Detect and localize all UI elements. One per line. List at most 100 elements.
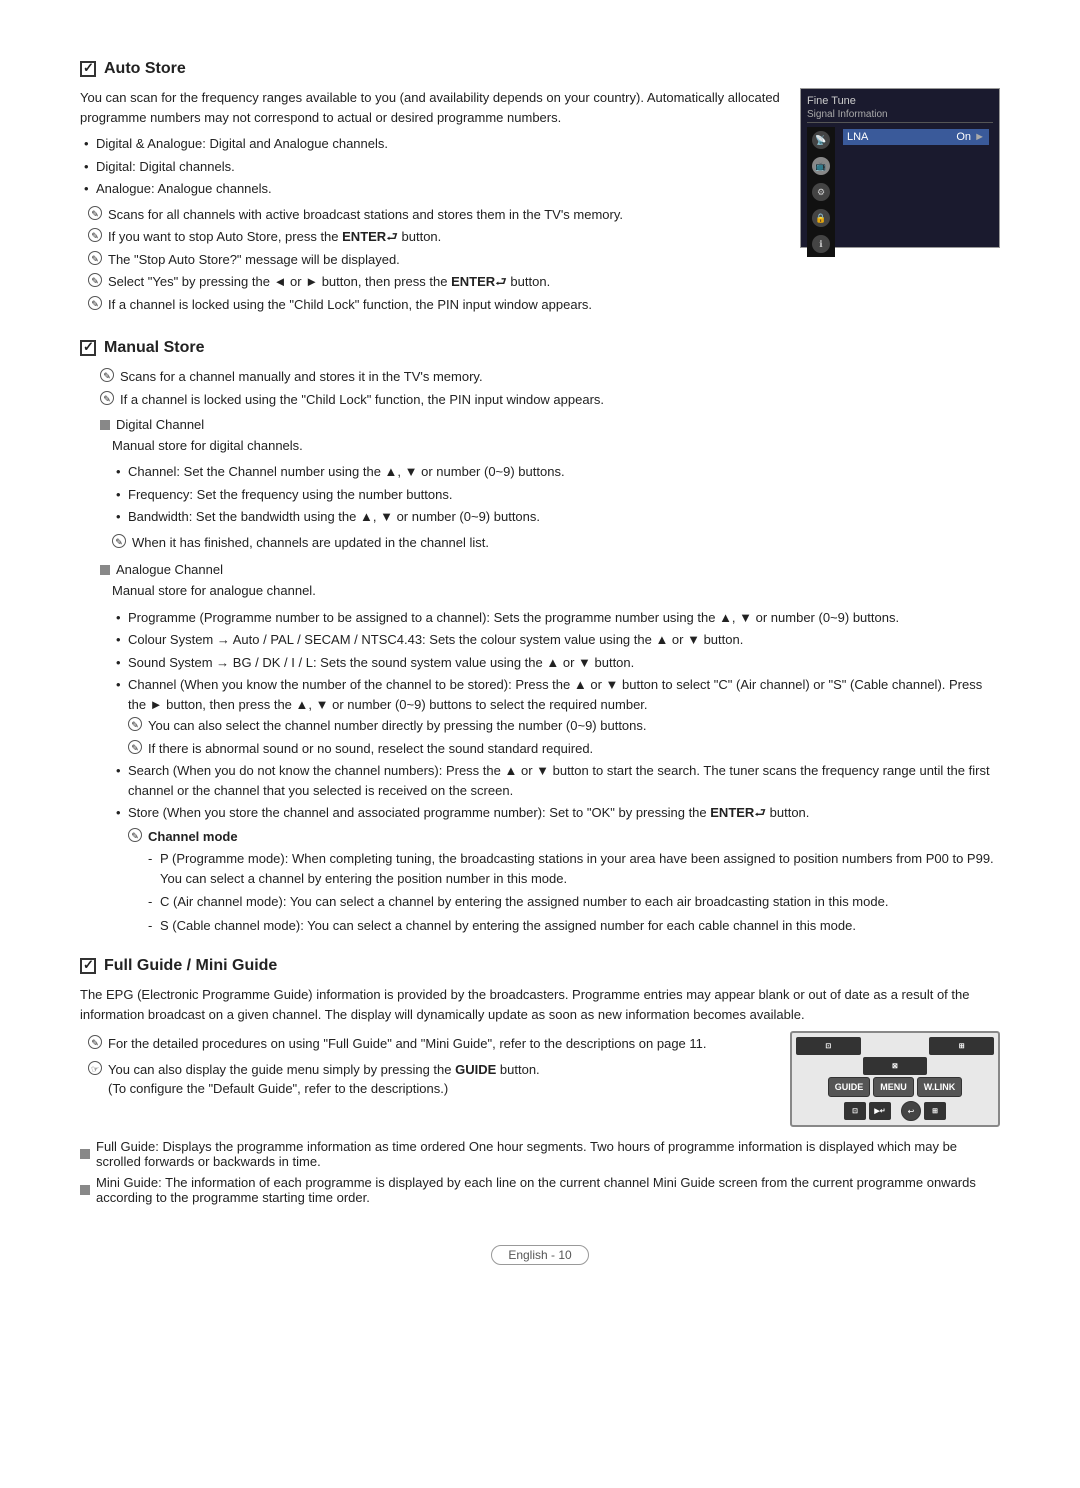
- remote-btn-icon5: ▶↵: [869, 1102, 891, 1120]
- sidebar-icon-lock: 🔒: [812, 209, 830, 227]
- guide-wrapper: ✎ For the detailed procedures on using "…: [80, 1031, 1000, 1127]
- full-guide-note-2: ☞ You can also display the guide menu si…: [80, 1060, 770, 1099]
- list-item: Search (When you do not know the channel…: [112, 761, 1000, 800]
- sidebar-icons: 📡 📺 ⚙ 🔒 ℹ: [807, 127, 835, 257]
- square-bullet-icon: [100, 420, 110, 430]
- remote-btn-icon1: ⊡: [796, 1037, 861, 1055]
- remote-control-image: ⊡ ⊞ ⊠ GUIDE MENU W.LINK ⊡ ▶↵ ↩ ⊞: [790, 1031, 1000, 1127]
- sidebar-icon-antenna: 📡: [812, 131, 830, 149]
- remote-btn-icon3: ⊠: [863, 1057, 928, 1075]
- note-icon: ✎: [88, 228, 102, 242]
- page-footer: English - 10: [80, 1245, 1000, 1265]
- full-guide-section: Full Guide / Mini Guide The EPG (Electro…: [80, 957, 1000, 1205]
- note-icon: ✎: [128, 717, 142, 731]
- sidebar-icon-info: ℹ: [812, 235, 830, 253]
- checkbox-icon: [80, 958, 96, 974]
- manual-store-note-1: ✎ Scans for a channel manually and store…: [80, 367, 1000, 387]
- remote-menu-btn: MENU: [873, 1077, 914, 1097]
- list-item: Sound System → BG / DK / I / L: Sets the…: [112, 653, 1000, 673]
- analogue-channel-heading: Analogue Channel: [80, 562, 1000, 577]
- sidebar-icon-settings: ⚙: [812, 183, 830, 201]
- list-item: Digital & Analogue: Digital and Analogue…: [80, 134, 780, 154]
- note-icon: ✎: [100, 368, 114, 382]
- guide-screenshot: ⊡ ⊞ ⊠ GUIDE MENU W.LINK ⊡ ▶↵ ↩ ⊞: [790, 1031, 1000, 1127]
- lna-label: LNA: [847, 131, 868, 143]
- channel-mode-item-p: P (Programme mode): When completing tuni…: [128, 849, 1000, 888]
- auto-store-note-5: ✎ If a channel is locked using the "Chil…: [80, 295, 780, 315]
- list-item: Frequency: Set the frequency using the n…: [112, 485, 1000, 505]
- spacer: [863, 1037, 867, 1055]
- guide-note-text: You can also display the guide menu simp…: [108, 1060, 540, 1099]
- manual-store-section: Manual Store ✎ Scans for a channel manua…: [80, 339, 1000, 935]
- auto-store-bullets: Digital & Analogue: Digital and Analogue…: [80, 134, 780, 199]
- note-icon: ✎: [112, 534, 126, 548]
- full-guide-bullets: Full Guide: Displays the programme infor…: [80, 1139, 1000, 1205]
- list-item: Digital: Digital channels.: [80, 157, 780, 177]
- remote-btn-icon4: ⊡: [844, 1102, 866, 1120]
- channel-mode-label: Channel mode: [148, 827, 238, 847]
- remote-main-row: GUIDE MENU W.LINK: [796, 1077, 994, 1097]
- full-guide-note-1: ✎ For the detailed procedures on using "…: [80, 1034, 770, 1054]
- auto-store-note-4: ✎ Select "Yes" by pressing the ◄ or ► bu…: [80, 272, 780, 292]
- remote-wlink-btn: W.LINK: [917, 1077, 963, 1097]
- note-icon: ☞: [88, 1061, 102, 1075]
- auto-store-note-2: ✎ If you want to stop Auto Store, press …: [80, 227, 780, 247]
- digital-channel-note: ✎ When it has finished, channels are upd…: [80, 533, 1000, 553]
- remote-guide-btn: GUIDE: [828, 1077, 871, 1097]
- spacer: [796, 1057, 800, 1075]
- channel-note-1: ✎ You can also select the channel number…: [128, 716, 1000, 736]
- manual-store-note-2: ✎ If a channel is locked using the "Chil…: [80, 390, 1000, 410]
- full-guide-title: Full Guide / Mini Guide: [80, 957, 1000, 975]
- note-icon: ✎: [100, 391, 114, 405]
- auto-store-title: Auto Store: [80, 60, 1000, 78]
- manual-store-title: Manual Store: [80, 339, 1000, 357]
- square-bullet-icon: [80, 1185, 90, 1195]
- list-item: Programme (Programme number to be assign…: [112, 608, 1000, 628]
- note-text: If you want to stop Auto Store, press th…: [108, 227, 441, 247]
- channel-mode-note: ✎ Channel mode: [128, 827, 1000, 847]
- menu-subtitle: Signal Information: [807, 109, 993, 123]
- remote-round-btn: ↩: [901, 1101, 921, 1121]
- auto-store-text: You can scan for the frequency ranges av…: [80, 88, 780, 317]
- remote-bottom-row: ⊡ ▶↵ ↩ ⊞: [796, 1101, 994, 1121]
- checkbox-icon: [80, 340, 96, 356]
- note-icon: ✎: [88, 1035, 102, 1049]
- note-icon: ✎: [128, 828, 142, 842]
- analogue-channel-desc: Manual store for analogue channel.: [80, 581, 1000, 601]
- digital-channel-heading: Digital Channel: [80, 417, 1000, 432]
- channel-mode-item-c: C (Air channel mode): You can select a c…: [128, 892, 1000, 912]
- mini-guide-bullet: Mini Guide: The information of each prog…: [80, 1175, 1000, 1205]
- sidebar-icon-channel: 📺: [812, 157, 830, 175]
- lna-value: On ►: [956, 131, 985, 143]
- menu-title: Fine Tune: [807, 95, 993, 107]
- full-guide-bullet: Full Guide: Displays the programme infor…: [80, 1139, 1000, 1169]
- menu-row-lna: LNA On ►: [843, 129, 989, 145]
- auto-store-section: Auto Store You can scan for the frequenc…: [80, 60, 1000, 317]
- auto-store-note-1: ✎ Scans for all channels with active bro…: [80, 205, 780, 225]
- page-number-badge: English - 10: [491, 1245, 588, 1265]
- note-text: Select "Yes" by pressing the ◄ or ► butt…: [108, 272, 550, 292]
- analogue-channel-bullets: Programme (Programme number to be assign…: [80, 608, 1000, 936]
- note-icon: ✎: [88, 206, 102, 220]
- digital-channel-desc: Manual store for digital channels.: [80, 436, 1000, 456]
- list-item: Channel (When you know the number of the…: [112, 675, 1000, 758]
- note-icon: ✎: [88, 251, 102, 265]
- channel-note-2: ✎ If there is abnormal sound or no sound…: [128, 739, 1000, 759]
- guide-text: ✎ For the detailed procedures on using "…: [80, 1031, 770, 1102]
- list-item: Colour System → Auto / PAL / SECAM / NTS…: [112, 630, 1000, 650]
- remote-top-row: ⊡ ⊞ ⊠: [796, 1037, 994, 1075]
- channel-mode-item-s: S (Cable channel mode): You can select a…: [128, 916, 1000, 936]
- remote-btn-icon6: ⊞: [924, 1102, 946, 1120]
- store-text: Store (When you store the channel and as…: [128, 805, 809, 820]
- note-icon: ✎: [88, 273, 102, 287]
- digital-channel-bullets: Channel: Set the Channel number using th…: [80, 462, 1000, 527]
- list-item: Bandwidth: Set the bandwidth using the ▲…: [112, 507, 1000, 527]
- square-bullet-icon: [80, 1149, 90, 1159]
- list-item: Channel: Set the Channel number using th…: [112, 462, 1000, 482]
- note-icon: ✎: [88, 296, 102, 310]
- full-guide-intro: The EPG (Electronic Programme Guide) inf…: [80, 985, 1000, 1025]
- auto-store-top: You can scan for the frequency ranges av…: [80, 88, 1000, 317]
- menu-screenshot: Fine Tune Signal Information 📡 📺 ⚙ 🔒 ℹ L…: [800, 88, 1000, 248]
- list-item: Store (When you store the channel and as…: [112, 803, 1000, 935]
- menu-sidebar: 📡 📺 ⚙ 🔒 ℹ LNA On ►: [807, 127, 993, 257]
